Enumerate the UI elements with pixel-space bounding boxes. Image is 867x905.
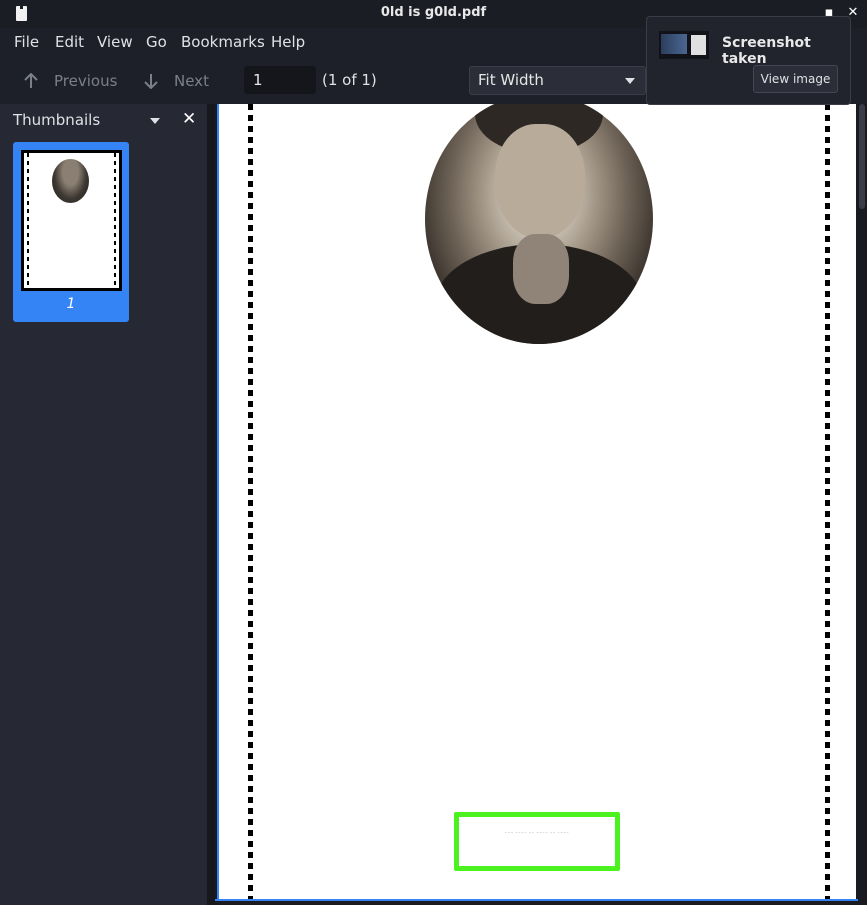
page-edge bbox=[215, 899, 858, 901]
menu-help[interactable]: Help bbox=[271, 33, 305, 51]
pane-divider[interactable] bbox=[207, 104, 215, 905]
page-number-input[interactable] bbox=[244, 66, 316, 94]
page-count-label: (1 of 1) bbox=[322, 71, 377, 89]
close-sidebar-icon[interactable]: ✕ bbox=[182, 109, 196, 129]
highlight-box: ~~~ ~~~~ ~~ ~~~~ ~~ ~~~~ bbox=[454, 812, 620, 871]
thumbnail-page-1[interactable]: 1 bbox=[13, 142, 129, 322]
zoom-value: Fit Width bbox=[478, 71, 544, 89]
document-view[interactable]: ~~~ ~~~~ ~~ ~~~~ ~~ ~~~~ bbox=[215, 104, 867, 905]
menu-edit[interactable]: Edit bbox=[55, 33, 84, 51]
thumbnail-page-number: 1 bbox=[66, 296, 76, 312]
dotted-border-left bbox=[248, 104, 253, 899]
menu-file[interactable]: File bbox=[14, 33, 39, 51]
pdf-page: ~~~ ~~~~ ~~ ~~~~ ~~ ~~~~ bbox=[217, 104, 856, 899]
screenshot-notification: Screenshot taken View image bbox=[646, 16, 851, 105]
arrow-up-icon bbox=[24, 73, 38, 88]
zoom-select[interactable]: Fit Width bbox=[469, 66, 646, 95]
previous-label: Previous bbox=[54, 72, 118, 90]
arrow-down-icon bbox=[144, 74, 158, 89]
next-page-button[interactable]: Next bbox=[144, 70, 209, 92]
portrait-image bbox=[425, 104, 653, 344]
vertical-scrollbar[interactable] bbox=[858, 104, 867, 905]
thumbnail-image bbox=[21, 150, 122, 291]
sidebar-title[interactable]: Thumbnails bbox=[13, 111, 100, 129]
menu-view[interactable]: View bbox=[97, 33, 133, 51]
tiny-text: ~~~ ~~~~ ~~ ~~~~ ~~ ~~~~ bbox=[504, 830, 570, 834]
sidebar-mode-dropdown-icon[interactable] bbox=[150, 118, 160, 124]
dotted-border-right bbox=[825, 104, 830, 899]
next-label: Next bbox=[174, 72, 209, 90]
previous-page-button[interactable]: Previous bbox=[24, 70, 117, 92]
view-image-button[interactable]: View image bbox=[753, 65, 838, 93]
chevron-down-icon bbox=[625, 78, 635, 84]
thumbnail-portrait bbox=[52, 159, 89, 203]
screenshot-preview-thumbnail[interactable] bbox=[659, 31, 709, 59]
scrollbar-thumb[interactable] bbox=[859, 104, 865, 209]
menu-go[interactable]: Go bbox=[146, 33, 167, 51]
sidebar: Thumbnails ✕ 1 bbox=[0, 104, 207, 905]
menu-bookmarks[interactable]: Bookmarks bbox=[181, 33, 265, 51]
notification-title: Screenshot taken bbox=[722, 35, 811, 67]
